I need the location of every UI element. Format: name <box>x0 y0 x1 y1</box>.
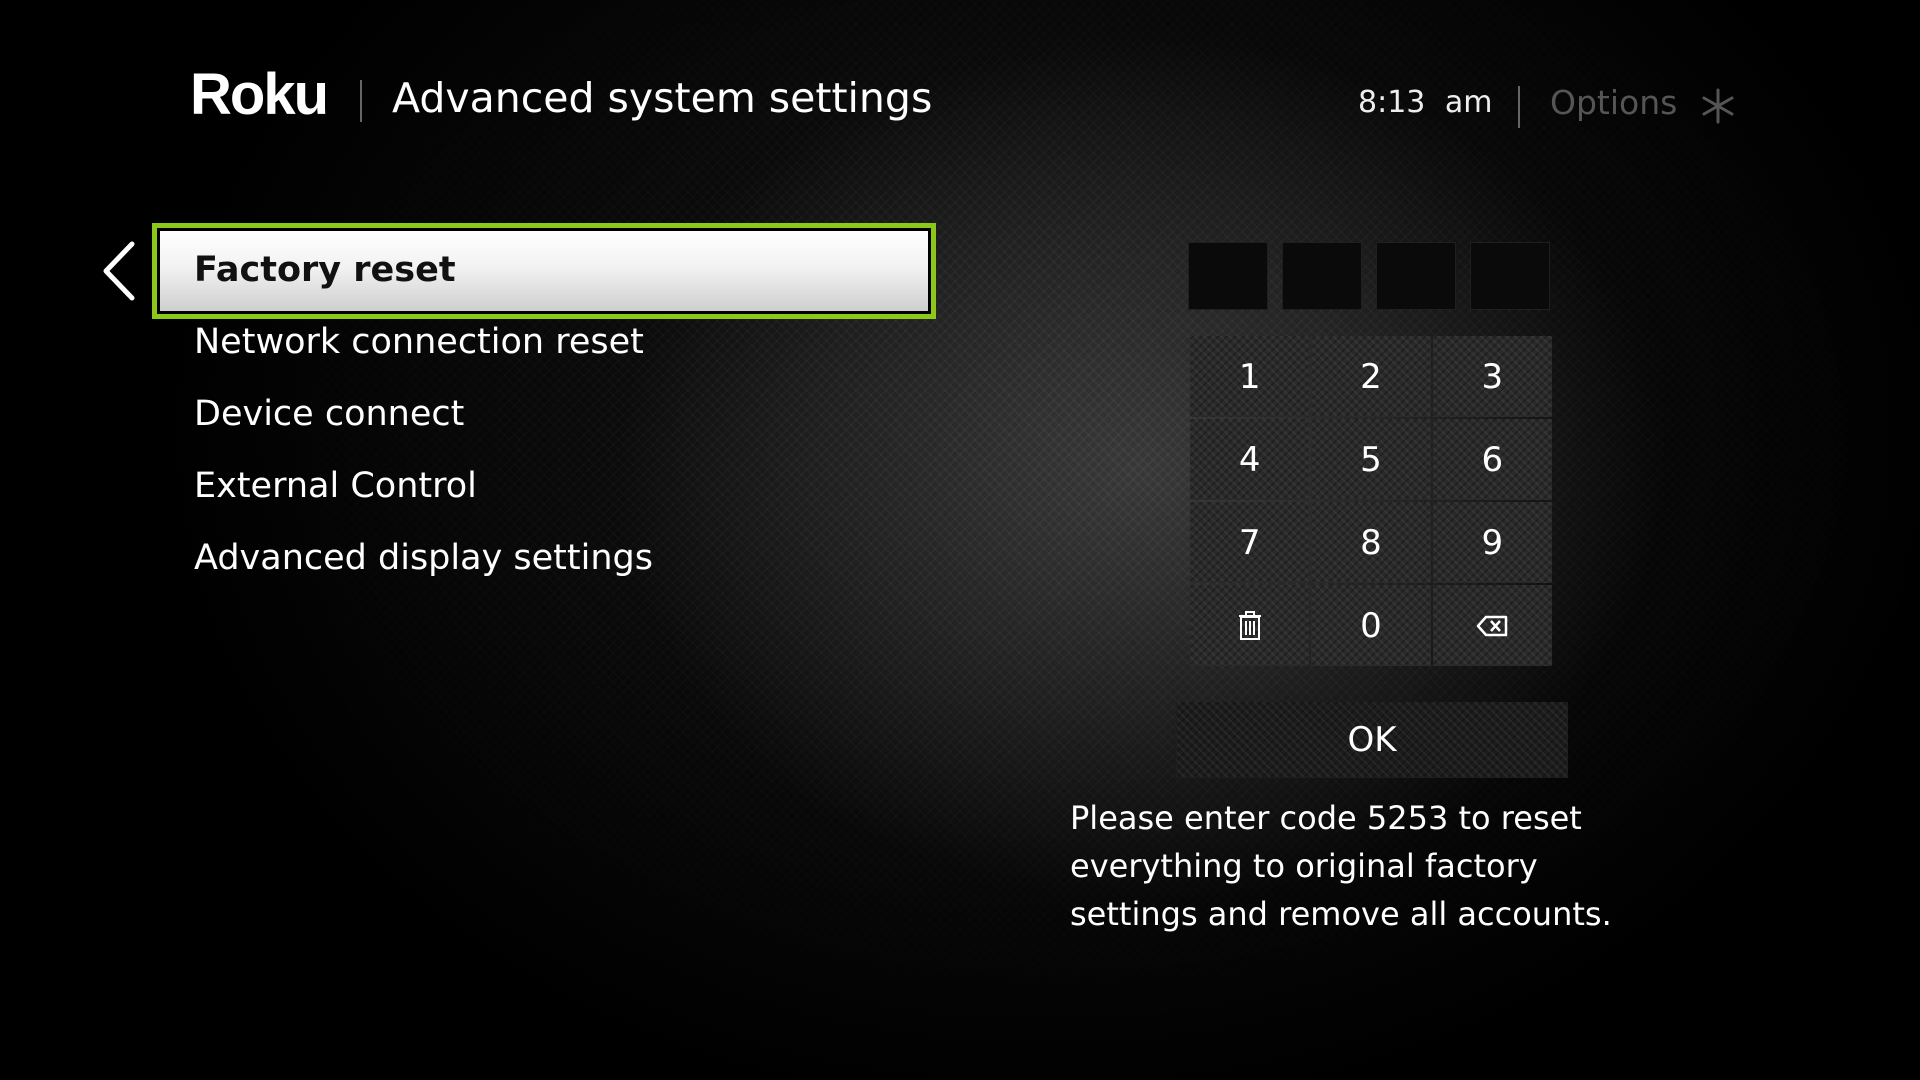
asterisk-icon[interactable] <box>1698 86 1738 126</box>
keypad-backspace-button[interactable] <box>1432 585 1552 666</box>
keypad-key-7[interactable]: 7 <box>1190 502 1310 583</box>
numeric-keypad: 1 2 3 4 5 6 7 8 9 0 <box>1190 336 1552 666</box>
keypad-key-8[interactable]: 8 <box>1311 502 1431 583</box>
keypad-key-3[interactable]: 3 <box>1432 336 1552 417</box>
menu-item-device-connect[interactable]: Device connect <box>194 397 464 432</box>
chevron-left-icon[interactable] <box>100 240 140 302</box>
keypad-key-1[interactable]: 1 <box>1190 336 1310 417</box>
roku-logo: Roku <box>190 62 329 127</box>
ok-button[interactable]: OK <box>1176 702 1568 778</box>
code-digit-box-1 <box>1188 242 1268 310</box>
backspace-icon <box>1477 615 1508 636</box>
code-digit-box-2 <box>1282 242 1362 310</box>
keypad-key-0[interactable]: 0 <box>1311 585 1431 666</box>
clock: 8:13 am <box>1358 85 1493 120</box>
keypad-key-9[interactable]: 9 <box>1432 502 1552 583</box>
reset-instructions: Please enter code 5253 to reset everythi… <box>1070 799 1612 933</box>
trash-icon <box>1238 610 1261 640</box>
code-digit-box-3 <box>1376 242 1456 310</box>
keypad-key-4[interactable]: 4 <box>1190 419 1310 500</box>
menu-item-advanced-display-settings[interactable]: Advanced display settings <box>194 541 653 576</box>
code-digit-box-4 <box>1470 242 1550 310</box>
keypad-key-2[interactable]: 2 <box>1311 336 1431 417</box>
menu-item-external-control[interactable]: External Control <box>194 469 477 504</box>
page-title: Advanced system settings <box>392 74 933 122</box>
options-label: Options <box>1550 83 1678 122</box>
keypad-key-6[interactable]: 6 <box>1432 419 1552 500</box>
header-divider-right <box>1518 86 1520 128</box>
menu-item-network-connection-reset[interactable]: Network connection reset <box>194 325 644 360</box>
keypad-clear-button[interactable] <box>1190 585 1310 666</box>
header-divider <box>360 80 362 122</box>
menu-item-factory-reset[interactable]: Factory reset <box>194 253 456 288</box>
keypad-key-5[interactable]: 5 <box>1311 419 1431 500</box>
